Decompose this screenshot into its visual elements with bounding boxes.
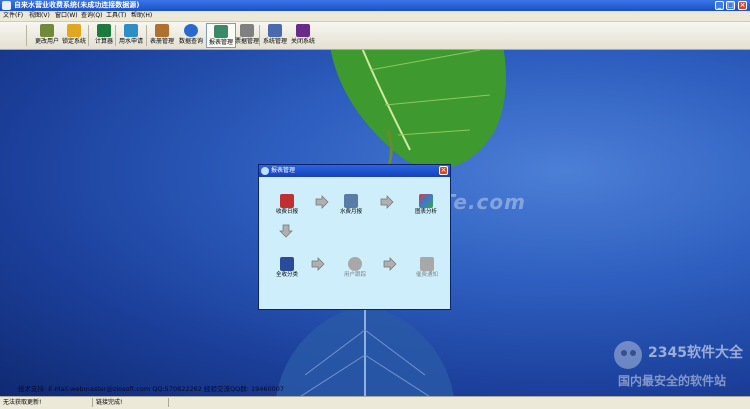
down-arrow-icon <box>279 224 293 238</box>
lock-system-button[interactable]: 锁定系统 <box>59 23 89 48</box>
change-user-button[interactable]: 更改用户 <box>32 23 62 48</box>
water-monthly-report-button[interactable]: 水费月报 <box>329 194 373 216</box>
arrears-notice-button[interactable]: 催费通知 <box>405 257 449 279</box>
receipt-manage-button[interactable]: 票据管理 <box>232 23 262 48</box>
menu-file[interactable]: 文件(F) <box>3 11 23 21</box>
leaf-bottom-image <box>276 305 454 396</box>
menu-tools[interactable]: 工具(T) <box>106 11 126 21</box>
report-icon <box>214 25 228 38</box>
close-window-button[interactable]: × <box>738 1 747 10</box>
data-query-label: 数据查询 <box>178 38 203 45</box>
menu-view[interactable]: 视图(V) <box>29 11 50 21</box>
status-divider <box>168 398 169 407</box>
book-manage-label: 表册管理 <box>149 38 174 45</box>
book-manage-icon <box>155 24 169 37</box>
receipt-icon <box>240 24 254 37</box>
exit-icon <box>296 24 310 37</box>
maximize-button[interactable]: □ <box>726 1 735 10</box>
desktop-background: www.DuoTe.com 2345软件大全 国内最安全的软件站 技术支持: E… <box>0 50 750 396</box>
water-application-label: 用水申请 <box>118 38 143 45</box>
receipt-manage-label: 票据管理 <box>234 38 259 45</box>
menu-query[interactable]: 查询(Q) <box>81 11 102 21</box>
envelope-icon <box>420 257 434 271</box>
right-arrow-icon <box>380 195 394 209</box>
calculator-icon <box>97 24 111 37</box>
menu-help[interactable]: 帮助(H) <box>131 11 152 21</box>
full-collect-category-button[interactable]: 全收分类 <box>265 257 309 279</box>
system-manage-icon <box>268 24 282 37</box>
app-icon <box>2 1 11 10</box>
lock-system-label: 锁定系统 <box>61 38 86 45</box>
brand-tagline: 国内最安全的软件站 <box>618 374 727 388</box>
dialog-title-bar: 报表管理 × <box>259 165 450 177</box>
toolbar-separator <box>26 25 27 46</box>
chart-analysis-button[interactable]: 图表分析 <box>404 194 448 216</box>
report-manage-label: 报表管理 <box>208 39 233 46</box>
fee-daily-report-button[interactable]: 收费日报 <box>265 194 309 216</box>
calendar-12-icon <box>280 194 294 208</box>
brand-logo-text: 2345软件大全 <box>648 344 744 361</box>
dialog-title: 报表管理 <box>271 167 296 174</box>
report-management-dialog: 报表管理 × 收费日报 水费月报 图表分析 全收分类 用户跟踪 催费通知 <box>258 164 451 310</box>
status-divider <box>92 398 93 407</box>
right-arrow-icon <box>315 195 329 209</box>
window-title: 自来水营业收费系统(未成功连接数据源) <box>14 1 140 9</box>
water-application-button[interactable]: 用水申请 <box>116 23 146 48</box>
minimize-button[interactable]: _ <box>715 1 724 10</box>
chart-analysis-label: 图表分析 <box>414 209 437 215</box>
status-bar: 无法获取更新! 链接完成! <box>0 396 750 409</box>
menu-window[interactable]: 窗口(W) <box>55 11 78 21</box>
system-manage-button[interactable]: 系统管理 <box>260 23 290 48</box>
lock-icon <box>67 24 81 37</box>
close-system-button[interactable]: 关闭系统 <box>288 23 318 48</box>
water-monthly-report-label: 水费月报 <box>339 209 362 215</box>
support-info: 技术支持: E-Mail:webmaster@ziosoft.com QQ:57… <box>18 385 285 393</box>
dialog-close-button[interactable]: × <box>439 166 448 175</box>
close-system-label: 关闭系统 <box>290 38 315 45</box>
circle-icon <box>348 257 362 271</box>
connection-status: 链接完成! <box>96 399 123 406</box>
dialog-icon <box>261 167 269 175</box>
binder-icon <box>280 257 294 271</box>
full-collect-category-label: 全收分类 <box>275 272 298 278</box>
arrears-notice-label: 催费通知 <box>415 272 438 278</box>
user-tracking-label: 用户跟踪 <box>343 272 366 278</box>
key-user-icon <box>40 24 54 37</box>
right-arrow-icon <box>311 257 325 271</box>
user-tracking-button[interactable]: 用户跟踪 <box>333 257 377 279</box>
application-form-icon <box>124 24 138 37</box>
toolbar: 更改用户 锁定系统 计算器 用水申请 表册管理 数据查询 报表管理 票据管理 系… <box>0 22 750 50</box>
magnifier-icon <box>184 24 198 37</box>
update-status: 无法获取更新! <box>3 399 42 406</box>
menu-bar: 文件(F) 视图(V) 窗口(W) 查询(Q) 工具(T) 帮助(H) <box>0 11 750 22</box>
data-query-button[interactable]: 数据查询 <box>176 23 206 48</box>
fee-daily-report-label: 收费日报 <box>275 209 298 215</box>
right-arrow-icon <box>383 257 397 271</box>
book-manage-button[interactable]: 表册管理 <box>147 23 177 48</box>
chart-icon <box>419 194 433 208</box>
system-manage-label: 系统管理 <box>262 38 287 45</box>
change-user-label: 更改用户 <box>34 38 59 45</box>
title-bar: 自来水营业收费系统(未成功连接数据源) _ □ × <box>0 0 750 11</box>
book-icon <box>344 194 358 208</box>
